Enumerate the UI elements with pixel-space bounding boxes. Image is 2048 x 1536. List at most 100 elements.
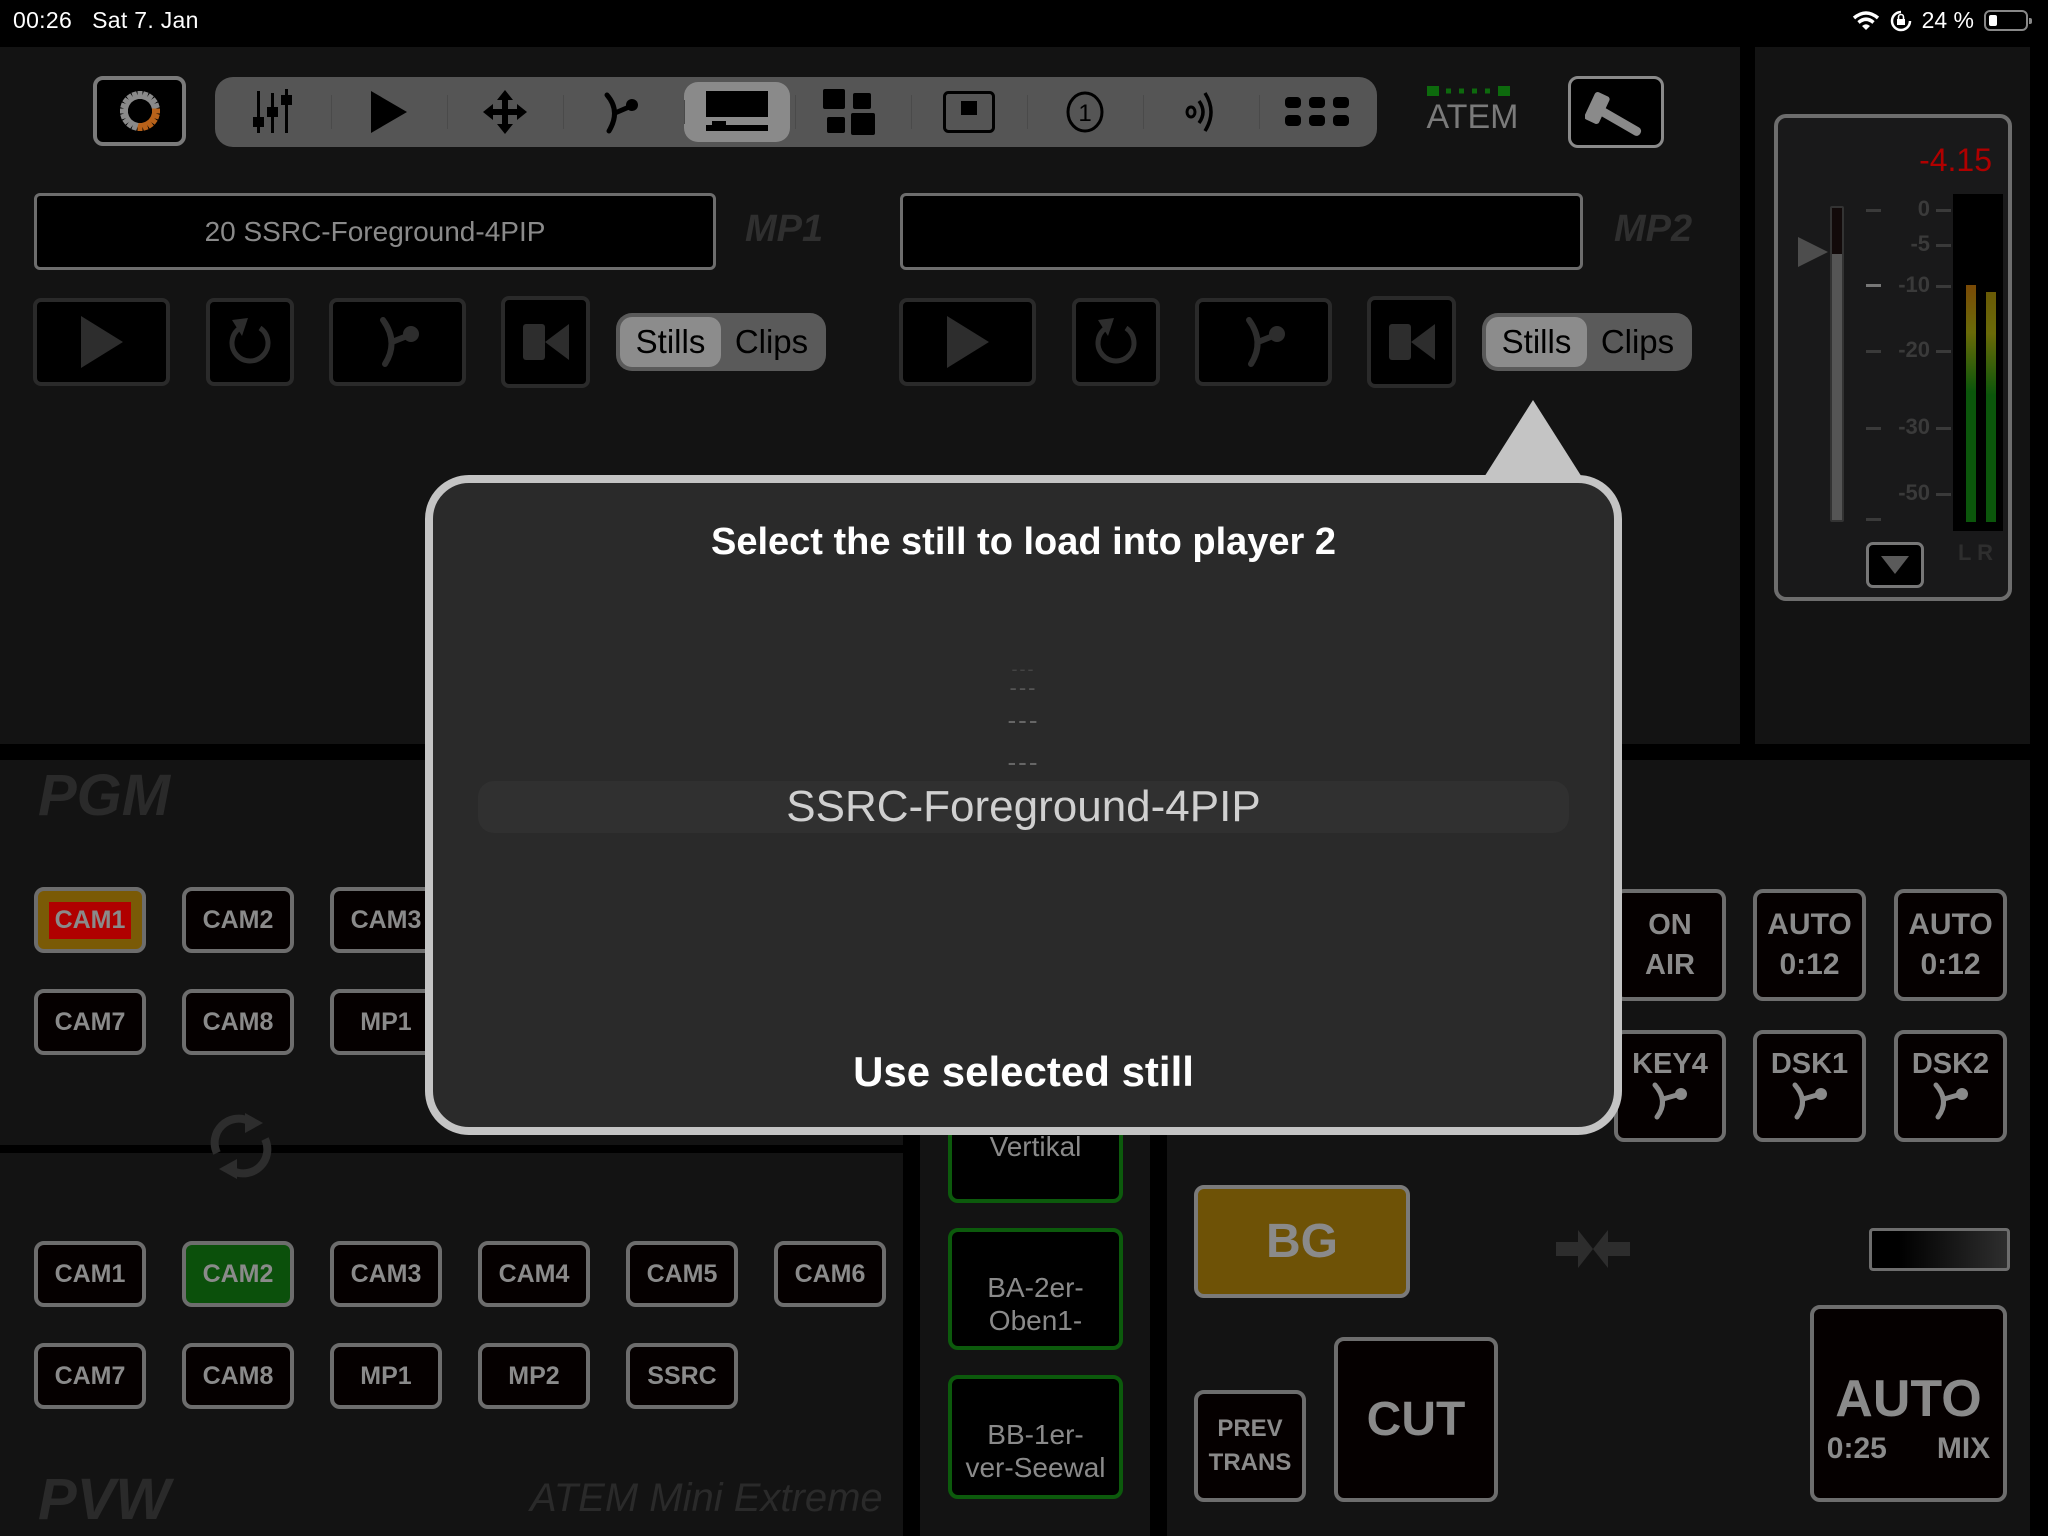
still-picker-popover: Select the still to load into player 2 -… xyxy=(425,475,1622,1135)
mp2-rewind-button[interactable] xyxy=(1367,296,1456,388)
macro-button[interactable]: BB-1er- ver-Seewal xyxy=(948,1375,1123,1499)
mp1-loop-button[interactable] xyxy=(206,298,294,386)
pvw-button-label: CAM2 xyxy=(202,1259,274,1288)
pvw-button-cam4[interactable]: CAM4 xyxy=(478,1241,590,1307)
sliders-icon xyxy=(253,89,292,133)
status-indicators: 24 % xyxy=(1852,7,2032,34)
auto-transition-button[interactable]: AUTO 0:25 MIX xyxy=(1810,1305,2007,1502)
tab-multiview[interactable] xyxy=(795,77,911,147)
auto-key-button-1[interactable]: AUTO 0:12 xyxy=(1753,889,1866,1001)
audio-scale-tick xyxy=(1936,493,1951,496)
prev-trans-label: PREV TRANS xyxy=(1208,1415,1292,1476)
mp1-name-field[interactable]: 20 SSRC-Foreground-4PIP xyxy=(34,193,716,270)
popover-arrow xyxy=(1481,400,1585,482)
fader-scale-tick xyxy=(1866,209,1881,212)
picker-item[interactable]: --- xyxy=(478,705,1569,736)
pvw-button-cam5[interactable]: CAM5 xyxy=(626,1241,738,1307)
prev-trans-button[interactable]: PREV TRANS xyxy=(1194,1390,1306,1502)
fader-scale-tick xyxy=(1866,284,1881,287)
dsk1-button[interactable]: DSK1 xyxy=(1753,1030,1866,1142)
tab-supersource[interactable] xyxy=(911,77,1027,147)
dots-grid-icon xyxy=(1285,97,1349,126)
auto-key-button-2[interactable]: AUTO 0:12 xyxy=(1894,889,2007,1001)
mp2-loop-button[interactable] xyxy=(1072,298,1160,386)
pgm-button-cam8[interactable]: CAM8 xyxy=(182,989,294,1055)
pvw-button-ssrc[interactable]: SSRC xyxy=(626,1343,738,1409)
pvw-button-label: MP2 xyxy=(508,1361,560,1390)
tab-media-pool[interactable] xyxy=(684,82,790,142)
play-icon xyxy=(371,91,407,133)
tab-macro-1[interactable]: 1 xyxy=(1027,77,1143,147)
status-bar: 00:26 Sat 7. Jan 24 % xyxy=(0,0,2048,47)
transition-curve-icon xyxy=(604,92,638,134)
device-name: ATEM Mini Extreme xyxy=(530,1476,883,1520)
tab-media-player[interactable] xyxy=(331,77,447,147)
audio-scale-tick xyxy=(1936,244,1951,247)
hammer-icon xyxy=(1585,92,1642,136)
settings-button[interactable] xyxy=(1568,76,1664,148)
pvw-button-cam2[interactable]: CAM2 xyxy=(182,1241,294,1307)
use-selected-still-button[interactable]: Use selected still xyxy=(433,1048,1614,1096)
mp2-stills-option[interactable]: Stills xyxy=(1486,317,1587,367)
macro-label: Vertikal xyxy=(989,1131,1082,1162)
tab-audio[interactable] xyxy=(1143,77,1259,147)
mp1-stills-clips-toggle: Stills Clips xyxy=(616,313,826,371)
auto-label: AUTO xyxy=(1767,908,1852,941)
audio-collapse-button[interactable] xyxy=(1866,542,1924,588)
connection-dots-icon xyxy=(1427,86,1510,96)
pvw-button-mp2[interactable]: MP2 xyxy=(478,1343,590,1409)
pgm-button-cam1[interactable]: CAM1 xyxy=(34,887,146,953)
pvw-button-cam1[interactable]: CAM1 xyxy=(34,1241,146,1307)
connection-dot xyxy=(1459,88,1464,94)
mp1-stills-option[interactable]: Stills xyxy=(620,317,721,367)
picker-item[interactable]: --- xyxy=(478,747,1569,778)
tab-transition[interactable] xyxy=(563,77,679,147)
on-air-button[interactable]: ON AIR xyxy=(1614,889,1726,1001)
still-picker-wheel[interactable]: --- --- --- --- SSRC-Foreground-4PIP xyxy=(478,653,1569,923)
play-icon xyxy=(80,316,123,368)
mp2-play-button[interactable] xyxy=(899,298,1036,386)
tab-mixer-faders[interactable] xyxy=(215,77,331,147)
mp1-play-button[interactable] xyxy=(33,298,170,386)
meter-bar-left xyxy=(1966,285,1976,522)
pvw-button-cam7[interactable]: CAM7 xyxy=(34,1343,146,1409)
pvw-button-label: CAM8 xyxy=(202,1361,274,1390)
pvw-button-cam6[interactable]: CAM6 xyxy=(774,1241,886,1307)
pgm-button-cam7[interactable]: CAM7 xyxy=(34,989,146,1055)
pvw-button-cam8[interactable]: CAM8 xyxy=(182,1343,294,1409)
mp1-transition-button[interactable] xyxy=(329,298,466,386)
audio-fader-track[interactable] xyxy=(1830,206,1844,522)
connection-spinner-icon xyxy=(119,91,160,131)
skip-to-start-icon xyxy=(1388,324,1435,360)
cut-button[interactable]: CUT xyxy=(1334,1337,1498,1502)
pgm-button-cam2[interactable]: CAM2 xyxy=(182,887,294,953)
connection-button[interactable] xyxy=(93,76,186,146)
picker-item[interactable]: --- xyxy=(478,675,1569,701)
mp2-stills-clips-toggle: Stills Clips xyxy=(1482,313,1692,371)
mp2-transition-button[interactable] xyxy=(1195,298,1332,386)
transition-preview-arrows-icon xyxy=(1556,1230,1630,1268)
fader-scale-tick xyxy=(1866,350,1881,353)
mp2-name-field[interactable] xyxy=(900,193,1583,270)
audio-fader-handle[interactable] xyxy=(1798,237,1828,268)
pvw-button-cam3[interactable]: CAM3 xyxy=(330,1241,442,1307)
mp2-clips-option[interactable]: Clips xyxy=(1587,317,1688,367)
macro-button[interactable]: BA-2er- Oben1- xyxy=(948,1228,1123,1350)
auto-label: AUTO xyxy=(1835,1369,1982,1428)
picker-selected-item[interactable]: SSRC-Foreground-4PIP xyxy=(478,781,1569,833)
pgm-button-label: CAM3 xyxy=(350,905,422,934)
dsk2-button[interactable]: DSK2 xyxy=(1894,1030,2007,1142)
swap-pgm-pvw-icon[interactable] xyxy=(205,1113,277,1179)
pvw-button-label: SSRC xyxy=(647,1361,717,1390)
mp1-rewind-button[interactable] xyxy=(501,296,590,388)
loop-icon xyxy=(229,318,271,364)
mp1-clips-option[interactable]: Clips xyxy=(721,317,822,367)
tab-dve-position[interactable] xyxy=(447,77,563,147)
background-transition-button[interactable]: BG xyxy=(1194,1185,1410,1298)
connection-dot xyxy=(1485,88,1490,94)
pvw-button-mp1[interactable]: MP1 xyxy=(330,1343,442,1409)
key4-button[interactable]: KEY4 xyxy=(1614,1030,1726,1142)
pvw-button-label: CAM3 xyxy=(350,1259,422,1288)
transition-fader-bar[interactable] xyxy=(1869,1228,2010,1271)
tab-more[interactable] xyxy=(1259,77,1375,147)
